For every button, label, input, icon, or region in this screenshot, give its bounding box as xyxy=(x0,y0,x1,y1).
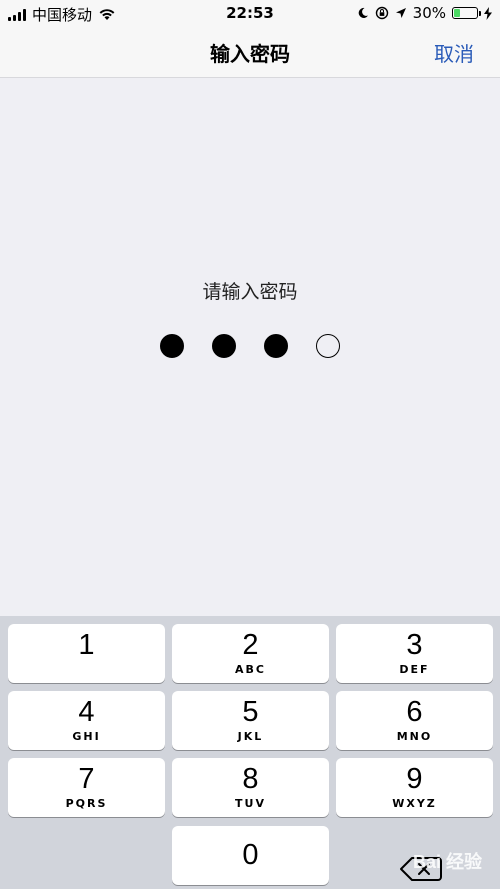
passcode-dot-filled xyxy=(212,334,236,358)
key-7[interactable]: 7 PQRS xyxy=(8,758,165,817)
key-digit: 4 xyxy=(78,696,95,728)
status-right: 30% xyxy=(357,4,492,22)
location-arrow-icon xyxy=(395,8,406,18)
passcode-dot-filled xyxy=(264,334,288,358)
cancel-button[interactable]: 取消 xyxy=(434,38,474,67)
key-6[interactable]: 6 MNO xyxy=(336,691,493,750)
watermark: Bai 经验 xyxy=(412,852,482,872)
navigation-bar: 输入密码 取消 xyxy=(0,26,500,78)
passcode-dot-filled xyxy=(160,334,184,358)
charging-bolt-icon xyxy=(484,6,492,20)
key-letters: ABC xyxy=(235,663,266,676)
key-digit: 6 xyxy=(406,696,423,728)
key-8[interactable]: 8 TUV xyxy=(172,758,329,817)
key-1[interactable]: 1 xyxy=(8,624,165,683)
passcode-dot-empty xyxy=(316,334,340,358)
passcode-dots xyxy=(160,334,340,358)
key-3[interactable]: 3 DEF xyxy=(336,624,493,683)
key-letters: PQRS xyxy=(65,797,108,810)
key-digit: 9 xyxy=(406,763,423,795)
battery-level-fill xyxy=(454,9,460,17)
key-digit: 2 xyxy=(242,629,259,661)
passcode-prompt: 请输入密码 xyxy=(202,281,298,303)
key-4[interactable]: 4 GHI xyxy=(8,691,165,750)
key-5[interactable]: 5 JKL xyxy=(172,691,329,750)
key-letters: WXYZ xyxy=(392,797,437,810)
key-2[interactable]: 2 ABC xyxy=(172,624,329,683)
key-letters: DEF xyxy=(399,663,430,676)
key-letters: MNO xyxy=(396,730,433,743)
orientation-lock-icon xyxy=(375,6,388,20)
moon-icon xyxy=(358,7,368,18)
key-0[interactable]: 0 xyxy=(172,826,329,885)
key-digit: 3 xyxy=(406,629,423,661)
key-digit: 7 xyxy=(78,763,95,795)
key-letters: TUV xyxy=(235,797,266,810)
key-letters: GHI xyxy=(72,730,101,743)
key-digit: 5 xyxy=(242,696,259,728)
battery-percent: 30% xyxy=(412,4,446,22)
battery-icon xyxy=(452,7,481,19)
key-digit: 8 xyxy=(242,763,259,795)
numeric-keypad: 0 9 WXYZ 8 TUV 7 PQRS 6 MNO 5 JKL 4 GHI 3 DEF 2 ABC 1 Bai… xyxy=(0,616,500,889)
key-digit: 0 xyxy=(242,839,259,871)
key-9[interactable]: 9 WXYZ xyxy=(336,758,493,817)
status-bar: 中国移动 22:53 30% xyxy=(0,0,500,26)
key-letters: JKL xyxy=(237,730,264,743)
page-title: 输入密码 xyxy=(210,42,290,66)
key-digit: 1 xyxy=(78,629,95,661)
